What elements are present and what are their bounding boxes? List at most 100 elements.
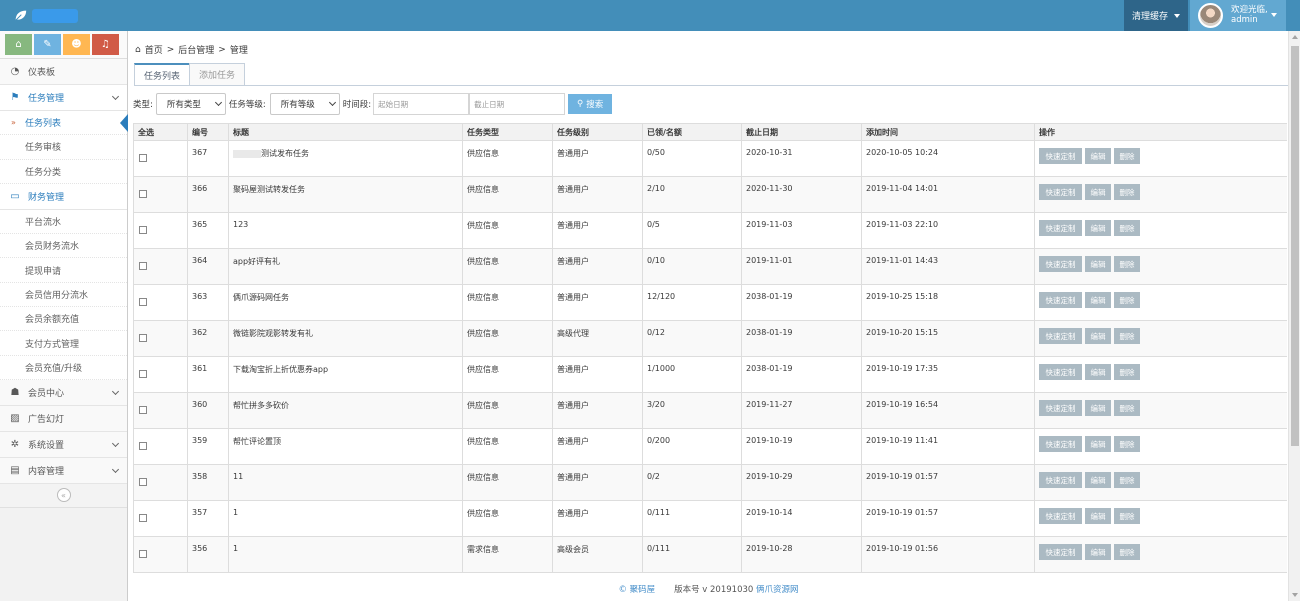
edit-button[interactable]: 编辑	[1085, 508, 1111, 524]
quick-custom-button[interactable]: 快速定制	[1039, 436, 1082, 452]
sidebar-subitem-label: 平台流水	[25, 218, 62, 229]
quick-custom-button[interactable]: 快速定制	[1039, 220, 1082, 236]
quick-custom-button[interactable]: 快速定制	[1039, 292, 1082, 308]
row-checkbox[interactable]	[139, 190, 147, 198]
row-actions: 快速定制 编辑 删除	[1039, 184, 1287, 200]
home-shortcut-button[interactable]: ⌂	[5, 34, 32, 55]
brand-logo[interactable]	[14, 7, 78, 24]
quick-custom-button[interactable]: 快速定制	[1039, 544, 1082, 560]
edit-button[interactable]: 编辑	[1085, 436, 1111, 452]
delete-button[interactable]: 删除	[1114, 364, 1140, 380]
quick-custom-button[interactable]: 快速定制	[1039, 184, 1082, 200]
users-icon: ☻	[71, 39, 82, 50]
sidebar-subitem-task-category[interactable]: 任务分类	[0, 159, 127, 184]
clear-cache-button[interactable]: 清理缓存	[1124, 0, 1188, 31]
sidebar-item-member-center[interactable]: ☗ 会员中心	[0, 379, 127, 406]
sidebar-subitem-withdraw-request[interactable]: 提现申请	[0, 258, 127, 283]
footer-version: 版本号 v 20191030	[674, 585, 754, 595]
delete-button[interactable]: 删除	[1114, 256, 1140, 272]
sidebar-subitem-member-upgrade[interactable]: 会员充值/升级	[0, 355, 127, 380]
row-checkbox[interactable]	[139, 154, 147, 162]
sidebar-subitem-credit-flow[interactable]: 会员信用分流水	[0, 282, 127, 308]
edit-button[interactable]: 编辑	[1085, 544, 1111, 560]
quick-custom-button[interactable]: 快速定制	[1039, 472, 1082, 488]
delete-button[interactable]: 删除	[1114, 220, 1140, 236]
edit-button[interactable]: 编辑	[1085, 472, 1111, 488]
edit-button[interactable]: 编辑	[1085, 148, 1111, 164]
start-date-input[interactable]: 起始日期	[373, 93, 470, 115]
task-type: 供应信息	[462, 320, 553, 357]
row-checkbox[interactable]	[139, 514, 147, 522]
row-checkbox[interactable]	[139, 406, 147, 414]
row-checkbox[interactable]	[139, 550, 147, 558]
delete-button[interactable]: 删除	[1114, 400, 1140, 416]
quick-custom-button[interactable]: 快速定制	[1039, 148, 1082, 164]
delete-button[interactable]: 删除	[1114, 148, 1140, 164]
sidebar-subitem-payment-methods[interactable]: 支付方式管理	[0, 331, 127, 356]
task-id: 362	[187, 320, 229, 357]
row-checkbox[interactable]	[139, 478, 147, 486]
sidebar-subitem-member-finance-flow[interactable]: 会员财务流水	[0, 234, 127, 259]
row-checkbox-cell	[133, 284, 188, 321]
select-all-header[interactable]: 全选	[133, 123, 188, 141]
scroll-up-icon[interactable]	[1292, 35, 1298, 39]
row-checkbox[interactable]	[139, 298, 147, 306]
quick-custom-button[interactable]: 快速定制	[1039, 364, 1082, 380]
quick-custom-button[interactable]: 快速定制	[1039, 508, 1082, 524]
edit-button[interactable]: 编辑	[1085, 400, 1111, 416]
quick-custom-button[interactable]: 快速定制	[1039, 328, 1082, 344]
pencil-shortcut-button[interactable]: ✎	[34, 34, 61, 55]
delete-button[interactable]: 删除	[1114, 328, 1140, 344]
edit-button[interactable]: 编辑	[1085, 328, 1111, 344]
level-select[interactable]: 所有等级	[269, 93, 340, 115]
sidebar-item-label: 广告幻灯	[28, 414, 65, 425]
row-checkbox[interactable]	[139, 334, 147, 342]
footer-site-link[interactable]: 俩爪资源网	[756, 585, 799, 595]
edit-button[interactable]: 编辑	[1085, 364, 1111, 380]
breadcrumb-admin[interactable]: 后台管理	[178, 43, 214, 56]
quick-custom-button[interactable]: 快速定制	[1039, 400, 1082, 416]
sidebar-subitem-task-review[interactable]: 任务审核	[0, 135, 127, 160]
scroll-down-icon[interactable]	[1292, 593, 1298, 597]
users-shortcut-button[interactable]: ☻	[63, 34, 90, 55]
sidebar-item-content-management[interactable]: ▤ 内容管理	[0, 457, 127, 484]
task-id: 367	[187, 140, 229, 177]
search-button[interactable]: ⚲ 搜索	[568, 94, 613, 114]
type-label: 类型:	[133, 100, 153, 110]
end-date-input[interactable]: 截止日期	[469, 93, 566, 115]
edit-button[interactable]: 编辑	[1085, 220, 1111, 236]
breadcrumb-home[interactable]: 首页	[145, 43, 163, 56]
sidebar-subitem-task-list[interactable]: » 任务列表	[0, 111, 128, 136]
scrollbar-thumb[interactable]	[1291, 46, 1299, 446]
sidebar-item-dashboard[interactable]: ◔ 仪表板	[0, 59, 127, 85]
row-checkbox[interactable]	[139, 226, 147, 234]
sidebar-subitem-platform-flow[interactable]: 平台流水	[0, 209, 127, 235]
bell-shortcut-button[interactable]: ♫	[92, 34, 119, 55]
sidebar-item-ad-slides[interactable]: ▨ 广告幻灯	[0, 405, 127, 432]
type-select[interactable]: 所有类型	[155, 93, 226, 115]
edit-button[interactable]: 编辑	[1085, 184, 1111, 200]
row-checkbox[interactable]	[139, 442, 147, 450]
tab-add-task[interactable]: 添加任务	[189, 63, 246, 86]
tab-task-list[interactable]: 任务列表	[134, 63, 191, 86]
quick-custom-button[interactable]: 快速定制	[1039, 256, 1082, 272]
edit-button[interactable]: 编辑	[1085, 256, 1111, 272]
sidebar-subitem-balance-recharge[interactable]: 会员余额充值	[0, 307, 127, 332]
double-angle-left-icon[interactable]: «	[56, 488, 71, 503]
user-menu[interactable]: 欢迎光临, admin	[1190, 0, 1286, 31]
footer-copyright-link[interactable]: © 聚码屋	[618, 585, 655, 595]
sidebar-item-system-settings[interactable]: ✲ 系统设置	[0, 431, 127, 458]
edit-button[interactable]: 编辑	[1085, 292, 1111, 308]
delete-button[interactable]: 删除	[1114, 292, 1140, 308]
delete-button[interactable]: 删除	[1114, 184, 1140, 200]
task-title: app好评有礼	[233, 257, 281, 266]
sidebar-item-finance-management[interactable]: ▭ 财务管理	[0, 183, 127, 210]
page-scrollbar[interactable]	[1288, 31, 1300, 601]
row-checkbox[interactable]	[139, 262, 147, 270]
delete-button[interactable]: 删除	[1114, 508, 1140, 524]
delete-button[interactable]: 删除	[1114, 472, 1140, 488]
row-checkbox[interactable]	[139, 370, 147, 378]
delete-button[interactable]: 删除	[1114, 436, 1140, 452]
delete-button[interactable]: 删除	[1114, 544, 1140, 560]
sidebar-item-task-management[interactable]: ⚑ 任务管理	[0, 85, 127, 111]
